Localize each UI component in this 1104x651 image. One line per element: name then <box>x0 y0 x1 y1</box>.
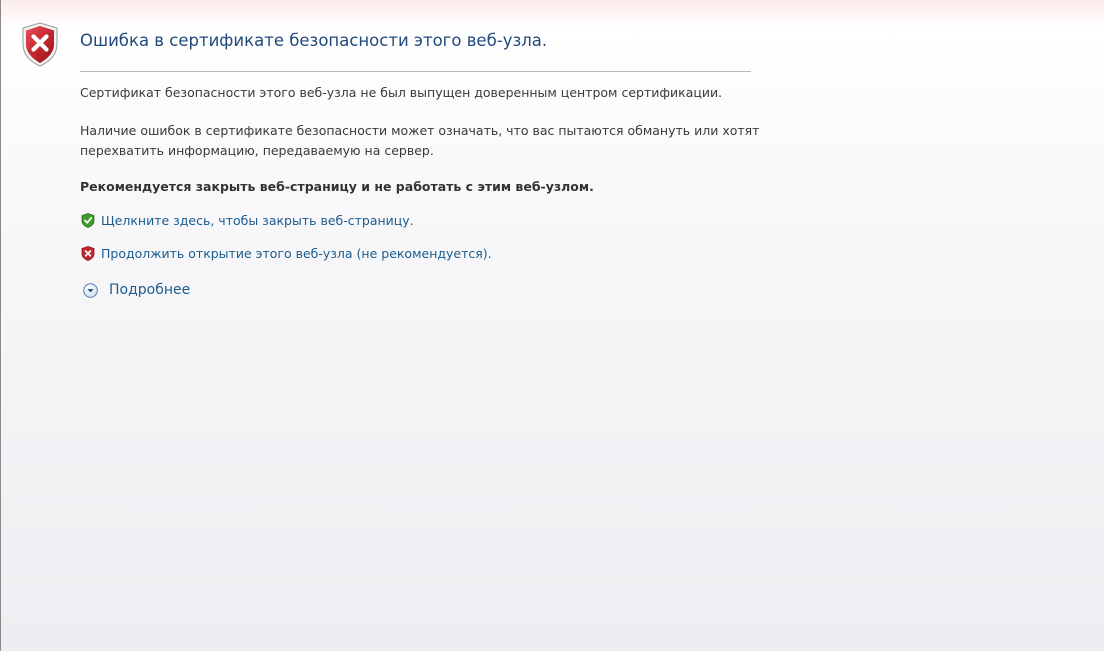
paragraph-text-line-2: перехватить информацию, передаваемую на … <box>80 143 434 158</box>
page-title: Ошибка в сертификате безопасности этого … <box>80 31 548 50</box>
shield-error-small-icon <box>81 245 95 261</box>
expand-circle-icon <box>83 282 98 298</box>
continue-to-site-label[interactable]: Продолжить открытие этого веб-узла (не р… <box>101 246 492 261</box>
shield-check-icon <box>81 212 95 228</box>
continue-to-site-link[interactable]: Продолжить открытие этого веб-узла (не р… <box>81 244 492 262</box>
paragraph-text-line-1: Наличие ошибок в сертификате безопасност… <box>80 123 760 138</box>
title-divider <box>80 71 751 72</box>
close-page-link[interactable]: Щелкните здесь, чтобы закрыть веб-страни… <box>81 211 414 229</box>
paragraph-text: Сертификат безопасности этого веб-узла н… <box>80 85 723 100</box>
more-info-toggle[interactable]: Подробнее <box>83 280 190 300</box>
certificate-error-description: Сертификат безопасности этого веб-узла н… <box>80 83 722 103</box>
security-warning-description: Наличие ошибок в сертификате безопасност… <box>80 121 759 161</box>
more-info-label[interactable]: Подробнее <box>109 282 190 298</box>
window-left-border <box>0 0 1 651</box>
recommendation-text: Рекомендуется закрыть веб-страницу и не … <box>80 179 594 194</box>
shield-error-icon <box>21 22 59 67</box>
close-page-label[interactable]: Щелкните здесь, чтобы закрыть веб-страни… <box>101 213 414 228</box>
